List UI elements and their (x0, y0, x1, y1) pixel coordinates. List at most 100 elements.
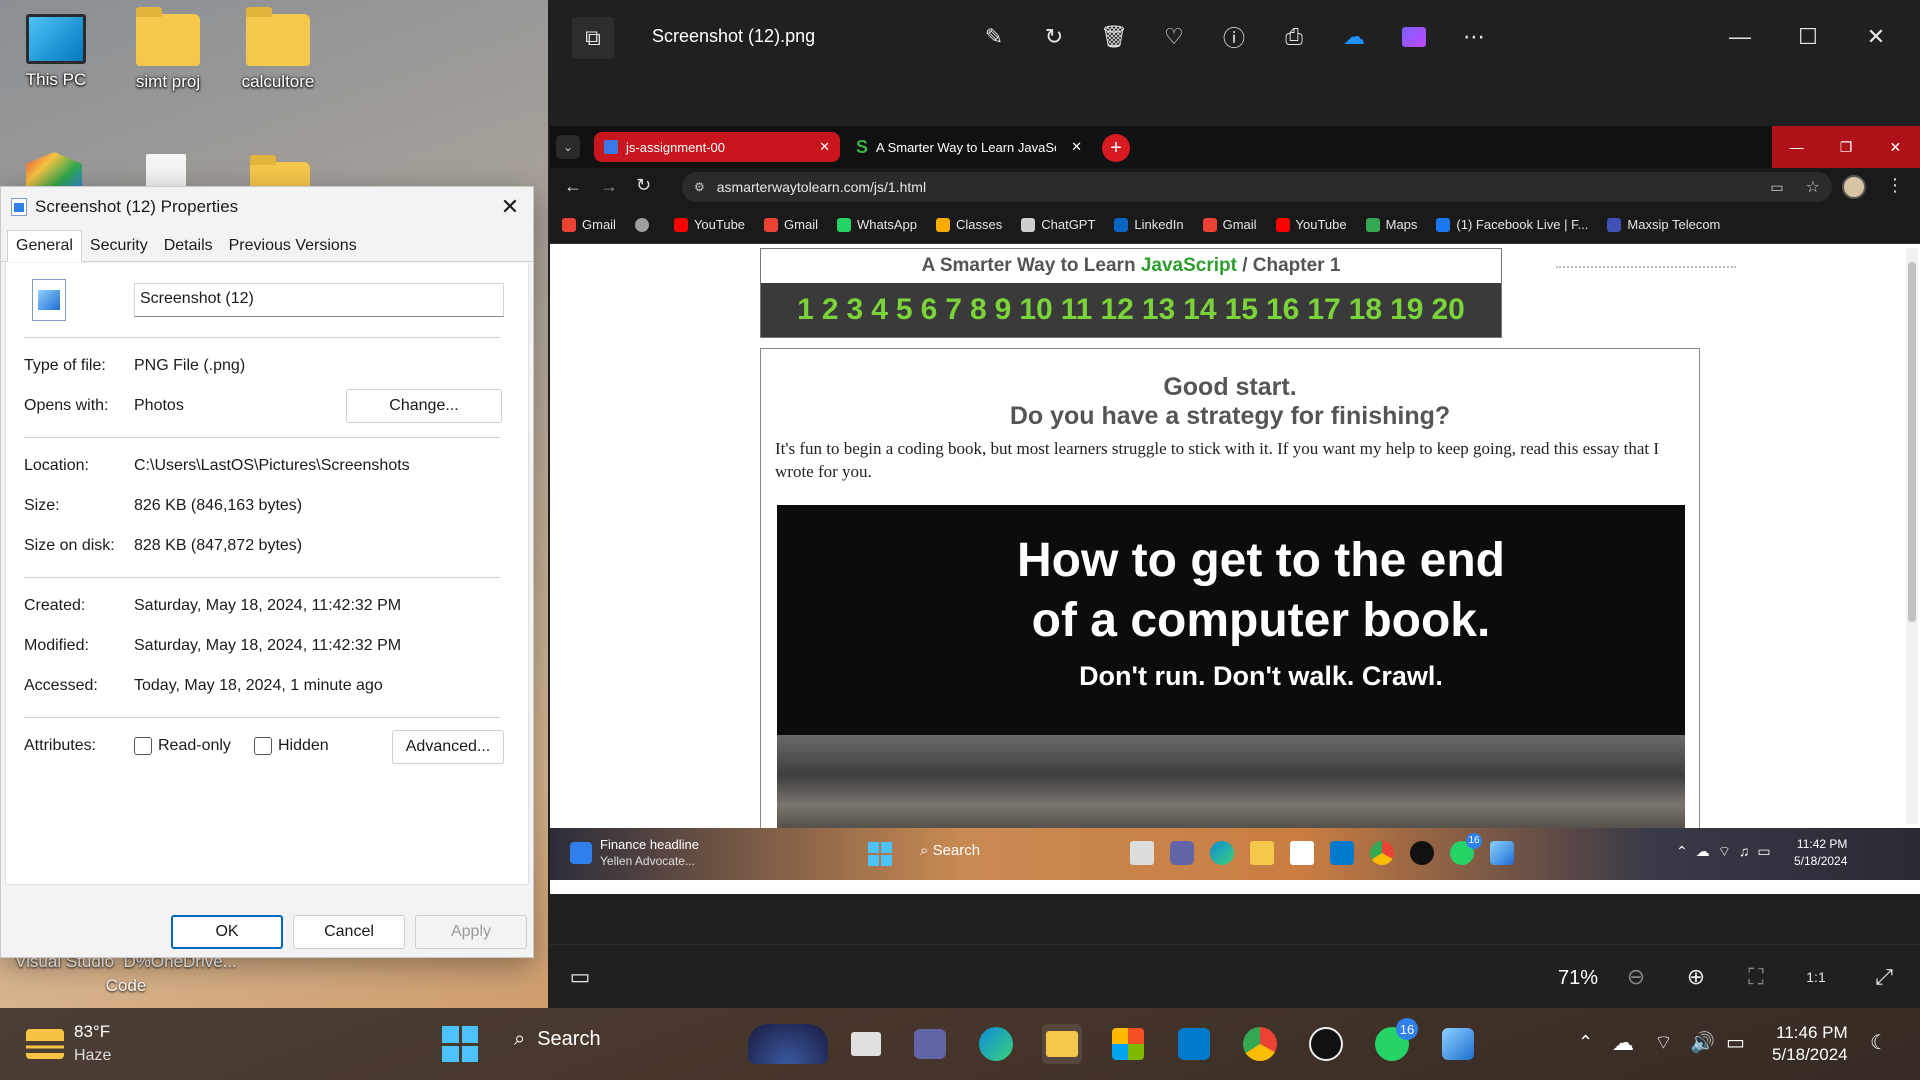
bookmark-item[interactable]: ChatGPT (1021, 217, 1095, 232)
cancel-button[interactable]: Cancel (293, 915, 405, 949)
chapter-link[interactable]: 19 (1390, 293, 1423, 327)
book-header-js[interactable]: JavaScript (1141, 255, 1237, 276)
edge-profile-icon[interactable] (976, 1024, 1016, 1064)
tab-search-icon[interactable]: ⌄ (556, 135, 580, 159)
teams-icon[interactable] (910, 1024, 950, 1064)
chapter-link[interactable]: 1 (797, 293, 814, 327)
browser-tab-smarter-way[interactable]: S A Smarter Way to Learn JavaScr ✕ (846, 132, 1092, 162)
chapter-link[interactable]: 4 (871, 293, 888, 327)
chapter-link[interactable]: 20 (1431, 293, 1464, 327)
tab-details[interactable]: Details (156, 231, 221, 261)
volume-icon[interactable]: 🔊 (1690, 1030, 1715, 1055)
file-explorer-icon[interactable] (1250, 841, 1274, 865)
readonly-checkbox[interactable] (134, 737, 152, 755)
bookmark-item[interactable]: LinkedIn (1114, 217, 1184, 232)
change-button[interactable]: Change... (346, 389, 502, 423)
forward-icon[interactable]: → (600, 176, 618, 197)
vscode-icon[interactable] (1330, 841, 1354, 865)
scrollbar-thumb[interactable] (1908, 262, 1916, 622)
file-icon[interactable] (146, 154, 186, 190)
zoom-out-icon[interactable]: ⊖ (1616, 957, 1656, 997)
inner-news-widget[interactable]: Finance headline Yellen Advocate... (570, 837, 699, 869)
clock[interactable]: 11:46 PM 5/18/2024 (1772, 1022, 1848, 1066)
tray-overflow-icon[interactable]: ⌃ (1578, 1032, 1593, 1053)
bookmark-item[interactable]: Gmail (764, 217, 818, 232)
chapter-link[interactable]: 16 (1266, 293, 1299, 327)
cast-blocked-icon[interactable]: ▭ (1770, 179, 1783, 196)
tab-previous-versions[interactable]: Previous Versions (221, 231, 365, 261)
apply-button[interactable]: Apply (415, 915, 527, 949)
tab-general[interactable]: General (7, 230, 82, 262)
browser-tab-js-assignment[interactable]: js-assignment-00 ✕ (594, 132, 840, 162)
browser-menu-icon[interactable]: ⋮ (1886, 175, 1904, 196)
omnibox[interactable]: ⚙ asmarterwaytolearn.com/js/1.html ▭ ☆ (682, 172, 1832, 202)
edit-image-icon[interactable]: ✎ (974, 17, 1014, 57)
weather-widget[interactable]: 83°F Haze (26, 1020, 111, 1068)
onedrive-cloud-icon[interactable]: ☁ (1334, 17, 1374, 57)
chapter-link[interactable]: 7 (945, 293, 962, 327)
hidden-option[interactable]: Hidden (254, 737, 329, 755)
new-tab-button[interactable]: + (1102, 134, 1130, 162)
chapter-link[interactable]: 14 (1183, 293, 1216, 327)
chapter-link[interactable]: 17 (1307, 293, 1340, 327)
bookmark-item[interactable]: Gmail (562, 217, 616, 232)
print-icon[interactable]: ⎙ (1274, 17, 1314, 57)
onedrive-icon[interactable]: ☁ (1612, 1030, 1634, 1056)
chapter-link[interactable]: 8 (970, 293, 987, 327)
gallery-icon[interactable]: ⧉ (572, 17, 614, 59)
bookmark-item[interactable]: YouTube (1275, 217, 1347, 232)
bookmark-item[interactable]: Classes (935, 217, 1002, 232)
bookmark-item[interactable]: (1) Facebook Live | F... (1436, 217, 1588, 232)
edge-icon[interactable] (1210, 841, 1234, 865)
close-icon[interactable]: ✕ (1856, 17, 1896, 57)
chapter-link[interactable]: 5 (896, 293, 913, 327)
desktop-icon-this-pc[interactable]: This PC (6, 14, 106, 90)
taskbar-search[interactable]: ⌕ Search (514, 1028, 601, 1051)
back-icon[interactable]: ← (564, 176, 582, 197)
maximize-icon[interactable]: ☐ (1788, 17, 1828, 57)
file-explorer-icon[interactable] (1042, 1024, 1082, 1064)
hidden-checkbox[interactable] (254, 737, 272, 755)
start-button[interactable] (442, 1026, 478, 1062)
whatsapp-icon[interactable]: 16 (1372, 1018, 1418, 1064)
photos-app-icon[interactable] (1490, 841, 1514, 865)
photos-app-icon[interactable] (1438, 1024, 1478, 1064)
chapter-link[interactable]: 15 (1225, 293, 1258, 327)
bookmark-item[interactable] (634, 217, 655, 232)
bookmark-item[interactable]: Maxsip Telecom (1607, 217, 1720, 232)
favorite-heart-icon[interactable]: ♡ (1154, 17, 1194, 57)
desktop-icon-calcultore[interactable]: calcultore (228, 7, 328, 92)
readonly-option[interactable]: Read-only (134, 737, 231, 755)
filename-field[interactable]: Screenshot (12) (134, 283, 504, 317)
rotate-icon[interactable]: ↻ (1034, 17, 1074, 57)
task-view-icon[interactable] (846, 1024, 886, 1064)
site-info-icon[interactable]: ⚙ (694, 180, 705, 194)
browser-close-icon[interactable]: ✕ (1871, 126, 1920, 168)
teams-icon[interactable] (1170, 841, 1194, 865)
bookmark-item[interactable]: WhatsApp (837, 217, 917, 232)
filmstrip-icon[interactable]: ▭ (560, 957, 600, 997)
github-desktop-icon[interactable] (1306, 1024, 1346, 1064)
chrome-icon[interactable] (1240, 1024, 1280, 1064)
wifi-icon[interactable]: ⌔ (1654, 1030, 1673, 1055)
focus-moon-icon[interactable]: ☾ (1870, 1030, 1888, 1055)
browser-restore-icon[interactable]: ❐ (1821, 126, 1870, 168)
store-icon[interactable] (1290, 841, 1314, 865)
chapter-link[interactable]: 10 (1019, 293, 1052, 327)
microsoft-store-icon[interactable] (1108, 1024, 1148, 1064)
tab-security[interactable]: Security (82, 231, 156, 261)
chapter-link[interactable]: 18 (1349, 293, 1382, 327)
zoom-in-icon[interactable]: ⊕ (1676, 957, 1716, 997)
tab-close-icon[interactable]: ✕ (819, 139, 830, 155)
bookmark-item[interactable]: Gmail (1202, 217, 1257, 232)
vscode-icon[interactable] (1174, 1024, 1214, 1064)
fullscreen-icon[interactable]: ⤢ (1864, 957, 1904, 997)
profile-avatar[interactable] (1842, 175, 1866, 199)
inner-clock[interactable]: 11:42 PM 5/18/2024 (1794, 836, 1847, 870)
browser-minimize-icon[interactable]: — (1772, 126, 1821, 168)
task-view-icon[interactable] (1130, 841, 1154, 865)
github-icon[interactable] (1410, 841, 1434, 865)
desktop-icon-simt-proj[interactable]: simt proj (118, 7, 218, 92)
close-icon[interactable]: ✕ (487, 187, 533, 227)
inner-search-box[interactable]: ⌕ Search (920, 842, 980, 859)
